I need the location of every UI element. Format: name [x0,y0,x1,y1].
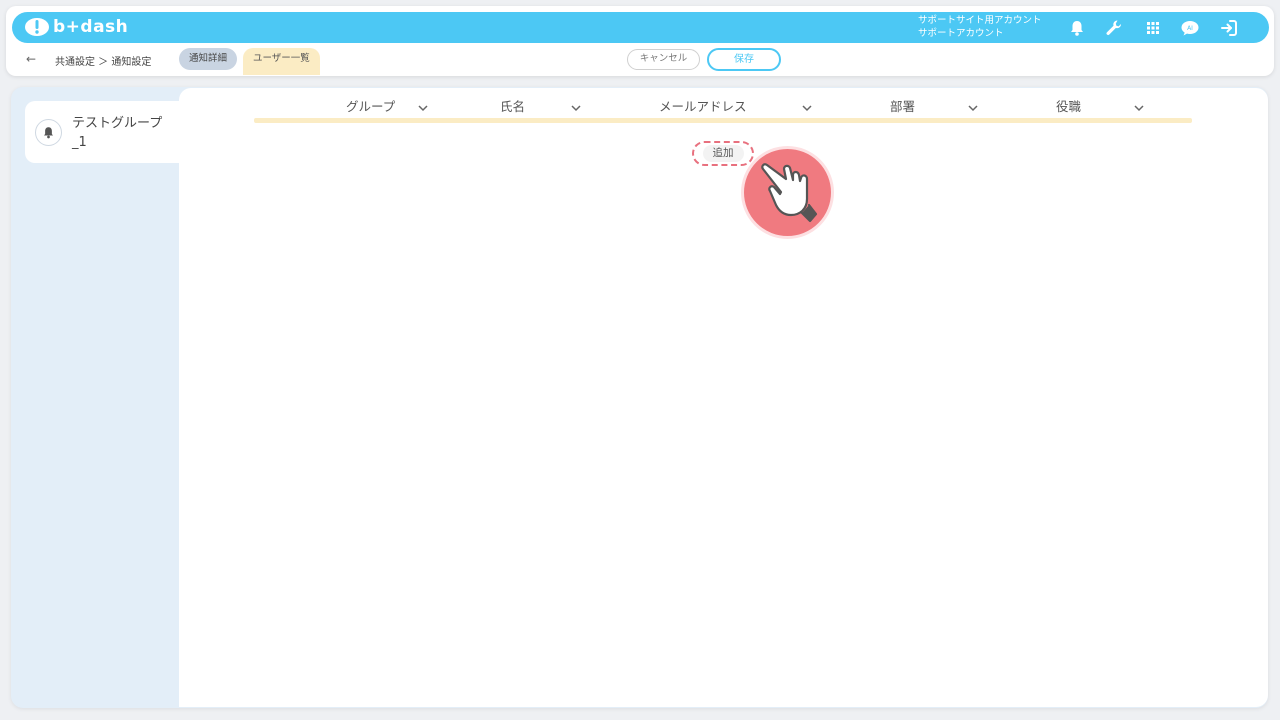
column-header-email[interactable]: メールアドレス [659,96,747,115]
grid-icon[interactable] [1143,18,1163,38]
bell-icon [35,119,62,146]
add-button-label: 追加 [702,145,744,162]
save-button[interactable]: 保存 [707,48,781,71]
account-info[interactable]: サポートサイト用アカウント サポートアカウント [918,14,1042,40]
bell-icon[interactable] [1067,18,1087,38]
back-arrow-icon[interactable]: ← [26,52,36,66]
column-header-position[interactable]: 役職 [1056,96,1081,115]
account-line-1: サポートサイト用アカウント [918,15,1042,26]
column-header-department[interactable]: 部署 [890,96,915,115]
column-header-name[interactable]: 氏名 [500,96,525,115]
chevron-down-icon[interactable] [967,99,979,112]
app-logo[interactable]: b+dash [24,17,128,37]
chevron-down-icon[interactable] [1133,99,1145,112]
table-header-underline [254,118,1192,123]
tab-user-list[interactable]: ユーザー一覧 [243,48,320,75]
breadcrumb-path: 共通設定 ＞ 通知設定 [55,57,152,68]
chevron-down-icon[interactable] [570,99,582,112]
logo-cloud-icon [24,17,50,37]
chat-icon[interactable]: AI [1180,18,1200,38]
cancel-button[interactable]: キャンセル [627,49,700,70]
tab-notification-detail[interactable]: 通知詳細 [179,48,238,70]
svg-text:AI: AI [1187,25,1193,32]
logo-text: b+dash [53,17,129,37]
group-name: テストグループ_1 [72,116,163,150]
account-line-2: サポートアカウント [918,28,1004,39]
group-list-item[interactable]: テストグループ_1 [25,101,185,163]
content-panel [179,88,1268,707]
chevron-down-icon[interactable] [417,99,429,112]
wrench-icon[interactable] [1104,18,1124,38]
logout-icon[interactable] [1219,18,1239,38]
pointing-hand-icon [740,145,835,240]
chevron-down-icon[interactable] [801,99,813,112]
column-header-group[interactable]: グループ [346,96,395,115]
